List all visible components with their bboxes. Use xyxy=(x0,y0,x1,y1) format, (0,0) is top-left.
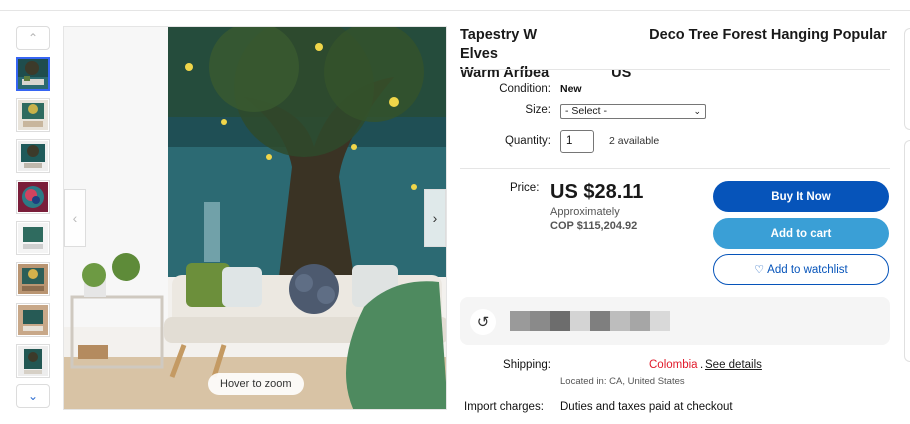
buy-it-now-button[interactable]: Buy It Now xyxy=(713,181,889,212)
condition-label: Condition: xyxy=(499,83,551,95)
thumbnail-1[interactable] xyxy=(16,57,50,91)
thumbnail-scroll-down-button[interactable]: ⌄ xyxy=(16,384,50,408)
thumbnail-2[interactable] xyxy=(16,98,50,132)
redacted-shipping-cost xyxy=(553,351,647,373)
import-charges-value: Duties and taxes paid at checkout xyxy=(560,401,733,413)
pixelated-text xyxy=(590,311,610,331)
title-part-1: Tapestry W xyxy=(460,27,538,43)
size-label: Size: xyxy=(525,104,551,116)
thumbnail-5[interactable] xyxy=(16,221,50,255)
price-label: Price: xyxy=(510,182,540,194)
import-charges-label: Import charges: xyxy=(464,401,544,413)
condition-value: New xyxy=(560,83,582,95)
chevron-left-icon: ‹ xyxy=(72,210,78,226)
product-title: Tapestry We Deco Tree Forest Hanging Pop… xyxy=(460,26,890,83)
pixelated-text xyxy=(510,311,530,331)
side-panel-edge xyxy=(904,28,910,130)
size-select-value: - Select - xyxy=(565,105,608,117)
add-to-cart-button[interactable]: Add to cart xyxy=(713,218,889,249)
pixelated-text xyxy=(650,311,670,331)
price-value: US $28.11 xyxy=(550,181,644,203)
top-divider xyxy=(0,10,910,11)
available-count: 2 available xyxy=(609,135,660,147)
pixelated-text xyxy=(550,311,570,331)
shipping-separator: . xyxy=(700,359,704,371)
tapestry-room-image xyxy=(64,27,446,409)
next-image-button[interactable]: › xyxy=(424,189,446,247)
shipping-destination: Colombia xyxy=(649,359,698,371)
thumbnail-6[interactable] xyxy=(16,262,50,296)
quantity-input[interactable]: 1 xyxy=(560,130,594,153)
chevron-right-icon: › xyxy=(432,210,438,226)
chevron-down-icon: ⌄ xyxy=(693,106,701,116)
pixelated-text xyxy=(630,311,650,331)
pixelated-text xyxy=(610,311,630,331)
watchlist-label: Add to watchlist xyxy=(767,263,848,276)
thumbnail-strip: ⌃ ⌄ xyxy=(16,26,50,408)
quantity-label: Quantity: xyxy=(504,135,551,147)
thumbnail-3[interactable] xyxy=(16,139,50,173)
approx-value: COP $115,204.92 xyxy=(550,220,638,232)
side-panel-edge xyxy=(904,140,910,362)
chevron-up-icon: ⌃ xyxy=(27,31,39,45)
thumbnail-4[interactable] xyxy=(16,180,50,214)
thumbnail-7[interactable] xyxy=(16,303,50,337)
see-details-link[interactable]: See details xyxy=(705,359,762,371)
pixelated-text xyxy=(570,311,590,331)
title-part-3: Warm Arfbea xyxy=(460,65,550,81)
main-product-image[interactable]: ‹ › Hover to zoom xyxy=(63,26,447,410)
thumbnail-scroll-up-button[interactable]: ⌃ xyxy=(16,26,50,50)
size-select[interactable]: - Select - ⌄ xyxy=(560,104,706,119)
pixelated-text xyxy=(530,311,550,331)
title-divider xyxy=(460,69,890,70)
approx-label: Approximately xyxy=(550,206,620,218)
heart-icon: ♡ xyxy=(754,264,765,276)
shipping-label: Shipping: xyxy=(503,359,551,371)
item-location: Located in: CA, United States xyxy=(560,376,685,387)
hover-to-zoom-hint: Hover to zoom xyxy=(208,373,304,395)
add-to-watchlist-button[interactable]: ♡ Add to watchlist xyxy=(713,254,889,285)
chevron-down-icon: ⌄ xyxy=(27,389,39,403)
price-divider xyxy=(460,168,890,169)
return-arrow-icon: ↺ xyxy=(470,309,496,335)
redacted-title-area xyxy=(556,26,648,70)
thumbnail-8[interactable] xyxy=(16,344,50,378)
previous-image-button[interactable]: ‹ xyxy=(64,189,86,247)
